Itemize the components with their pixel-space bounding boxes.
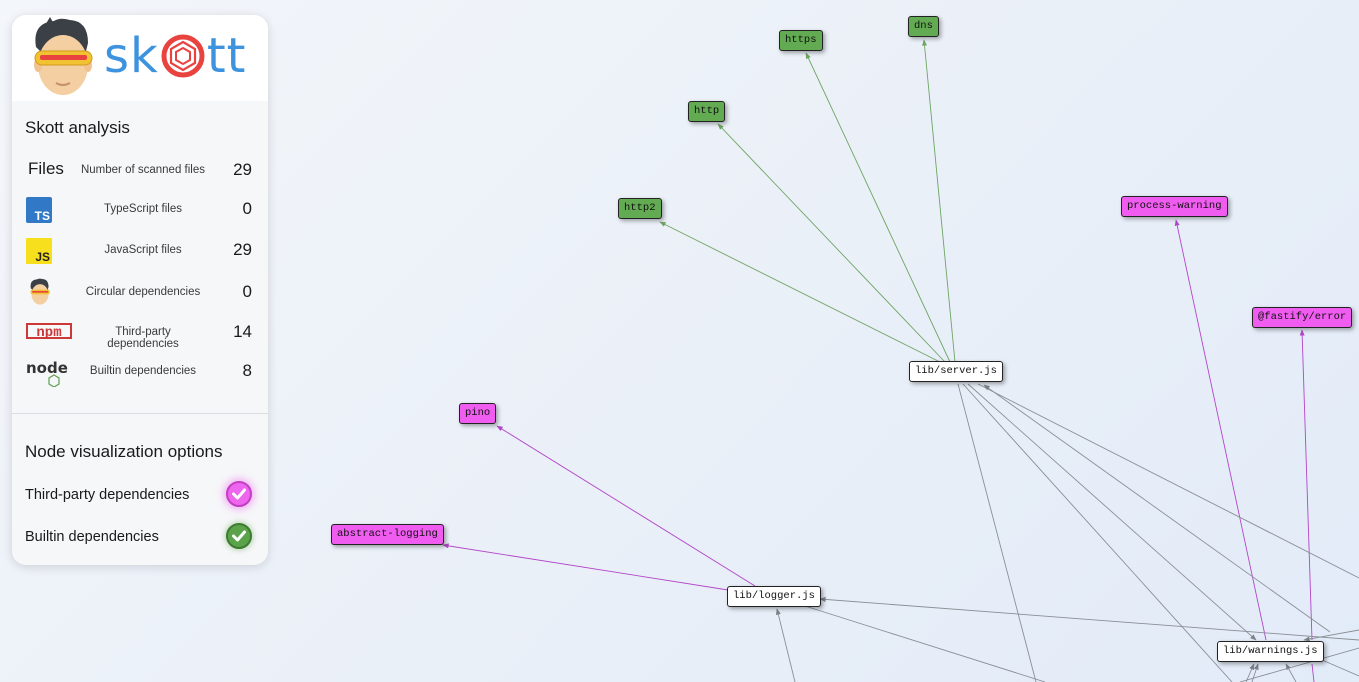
analysis-panel: sk tt Skott analysis Files Number of scan… [12,15,268,565]
edge-warnings-down-4 [1321,659,1359,677]
node-pino[interactable]: pino [459,403,497,424]
file-edges [775,383,1359,682]
circular-dependencies-row: Circular dependencies 0 [12,277,268,309]
builtin-option-label: Builtin dependencies [25,529,159,545]
third-party-dependencies-label: Third-party dependencies [107,326,179,350]
skott-mascot-logo [34,17,93,95]
npm-icon: npm [26,320,74,346]
scanned-files-value: 29 [233,160,252,179]
scanned-files-label: Number of scanned files [80,164,205,176]
circular-dependencies-value: 0 [242,282,252,301]
svg-text:node: node [26,359,68,377]
edge-offscreen-to-fastify-error [1311,663,1315,682]
circular-dependencies-label: Circular dependencies [85,286,201,298]
builtin-dependencies-value: 8 [242,361,252,380]
checkmark-icon [232,530,246,542]
edge-server-to-warnings [967,383,1257,641]
builtin-toggle[interactable] [226,523,252,549]
skott-mascot-icon [26,278,74,306]
edge-offscreen-to-server [983,384,1331,633]
edge-warnings-to-fastify-error [1299,329,1313,641]
third-party-dependencies-row: npm Third-party dependencies 14 [12,317,268,350]
logo-ring-icon [161,34,205,78]
edge-logger-to-pino [496,425,756,587]
typescript-files-label: TypeScript files [104,203,182,215]
builtin-edges [659,39,956,363]
svg-text:JS: JS [35,250,50,264]
node-fastify-error[interactable]: @fastify/error [1252,307,1353,328]
svg-text:TS: TS [35,209,50,223]
javascript-files-value: 29 [233,240,252,259]
node-dns[interactable]: dns [908,16,939,37]
node-abstract-logging[interactable]: abstract-logging [331,524,444,545]
node-process-warning[interactable]: process-warning [1121,196,1228,217]
typescript-files-value: 0 [242,199,252,218]
third-party-option-label: Third-party dependencies [25,487,190,503]
scanned-files-row: Files Number of scanned files 29 [12,155,268,187]
typescript-icon: TS [26,197,74,223]
edge-server-to-https [805,52,951,363]
edge-offscreen-to-logger-2 [775,608,796,682]
edge-server-right [977,383,1359,579]
node-lib-logger-js[interactable]: lib/logger.js [727,586,821,607]
third-party-toggle[interactable] [226,481,252,507]
node-http2[interactable]: http2 [618,198,662,219]
third-party-dependencies-value: 14 [233,322,252,341]
javascript-files-label: JavaScript files [104,244,182,256]
edge-logger-right [804,605,1046,682]
node-https[interactable]: https [779,30,823,51]
builtin-dependencies-row: node Builtin dependencies 8 [12,356,268,388]
files-label: Files [28,159,64,178]
javascript-icon: JS [26,238,74,264]
edge-server-to-dns [922,39,956,363]
options-title: Node visualization options [25,442,223,461]
edge-server-to-http [717,123,946,363]
typescript-files-row: TS TypeScript files 0 [12,194,268,226]
analysis-title: Skott analysis [25,118,130,137]
node-lib-server-js[interactable]: lib/server.js [909,361,1003,382]
third-party-edges [442,219,1315,682]
node-http[interactable]: http [688,101,726,122]
edge-offscreen-to-logger [819,596,1359,641]
node-lib-warnings-js[interactable]: lib/warnings.js [1217,641,1324,662]
edge-server-to-http2 [659,221,941,363]
edge-logger-to-abstract-logging [442,543,729,591]
javascript-files-row: JS JavaScript files 29 [12,235,268,267]
builtin-dependencies-label: Builtin dependencies [89,365,197,377]
logo-header: sk tt [12,15,268,101]
checkmark-icon [232,488,246,500]
app-name-logo: sk tt [104,28,247,84]
svg-text:npm: npm [36,325,61,341]
panel-divider [12,413,268,414]
edge-server-down-1 [957,383,1037,682]
nodejs-icon: node [26,359,74,388]
